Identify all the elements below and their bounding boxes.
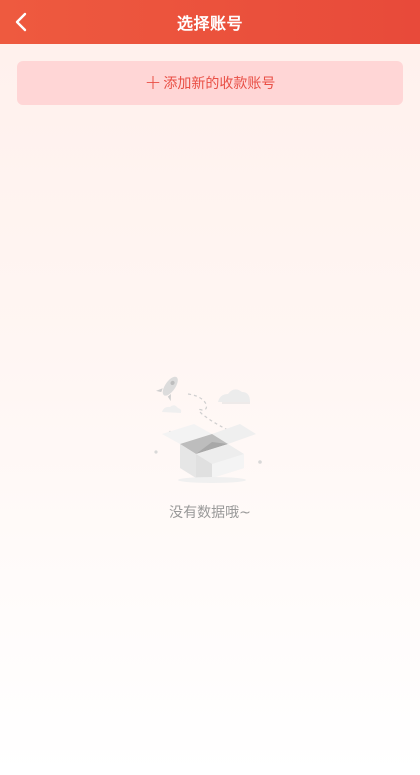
empty-box-icon	[154, 376, 262, 483]
page-title: 选择账号	[176, 14, 243, 33]
empty-message: 没有数据哦~	[169, 505, 251, 521]
add-account-label: 添加新的收款账号	[163, 76, 276, 92]
plus-icon: +	[144, 70, 162, 94]
empty-state: 没有数据哦~	[0, 372, 420, 522]
header-bar: 选择账号	[0, 0, 420, 44]
chevron-left-icon	[15, 12, 27, 32]
add-account-button[interactable]: + 添加新的收款账号	[17, 61, 403, 105]
back-button[interactable]	[6, 6, 38, 38]
